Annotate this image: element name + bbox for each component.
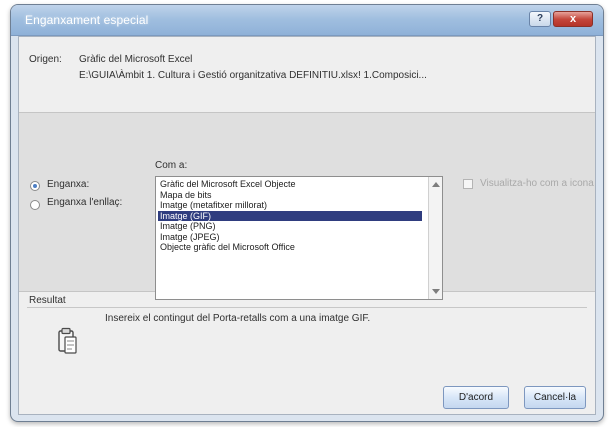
listbox-scrollbar[interactable]	[428, 177, 442, 299]
scroll-down-icon[interactable]	[432, 289, 440, 294]
dialog-title: Enganxament especial	[25, 13, 149, 27]
paste-options-panel: Enganxa: Enganxa l'enllaç: Com a: Gràfic…	[19, 112, 595, 300]
origin-value: Gràfic del Microsoft Excel	[79, 54, 193, 65]
result-label: Resultat	[29, 295, 66, 306]
paste-radio[interactable]	[30, 181, 40, 191]
dialog-titlebar: Enganxament especial ? x	[11, 5, 603, 36]
paste-radio-label[interactable]: Enganxa:	[47, 179, 89, 190]
list-item[interactable]: Gràfic del Microsoft Excel Objecte	[158, 179, 422, 190]
list-item[interactable]: Imatge (PNG)	[158, 221, 422, 232]
cancel-button[interactable]: Cancel·la	[524, 386, 586, 409]
list-item[interactable]: Imatge (metafitxer millorat)	[158, 200, 422, 211]
list-item-selected[interactable]: Imatge (GIF)	[158, 210, 422, 221]
dialog-content: Origen: Gràfic del Microsoft Excel E:\GU…	[18, 36, 596, 415]
origin-label: Origen:	[29, 54, 62, 65]
result-description: Insereix el contingut del Porta-retalls …	[105, 313, 371, 324]
paste-link-radio-label[interactable]: Enganxa l'enllaç:	[47, 197, 122, 208]
help-icon: ?	[536, 13, 544, 24]
paste-link-radio[interactable]	[30, 200, 40, 210]
result-separator	[27, 307, 587, 308]
scroll-up-icon[interactable]	[432, 182, 440, 187]
close-button[interactable]: x	[553, 11, 593, 27]
ok-button[interactable]: D'acord	[443, 386, 509, 409]
as-label: Com a:	[155, 160, 188, 171]
list-item[interactable]: Imatge (JPEG)	[158, 232, 422, 243]
origin-path: E:\GUIA\Àmbit 1. Cultura i Gestió organi…	[79, 70, 427, 81]
paste-special-dialog: Enganxament especial ? x Origen: Gràfic …	[10, 4, 604, 422]
close-icon: x	[569, 13, 577, 25]
paste-format-listbox[interactable]: Gràfic del Microsoft Excel Objecte Mapa …	[155, 176, 443, 300]
display-as-icon-checkbox[interactable]	[463, 179, 473, 189]
paste-format-items: Gràfic del Microsoft Excel Objecte Mapa …	[158, 179, 422, 253]
list-item[interactable]: Mapa de bits	[158, 190, 422, 201]
list-item[interactable]: Objecte gràfic del Microsoft Office	[158, 242, 422, 253]
help-button[interactable]: ?	[529, 11, 551, 27]
display-as-icon-label: Visualitza-ho com a icona	[480, 178, 594, 189]
clipboard-icon	[58, 327, 77, 354]
